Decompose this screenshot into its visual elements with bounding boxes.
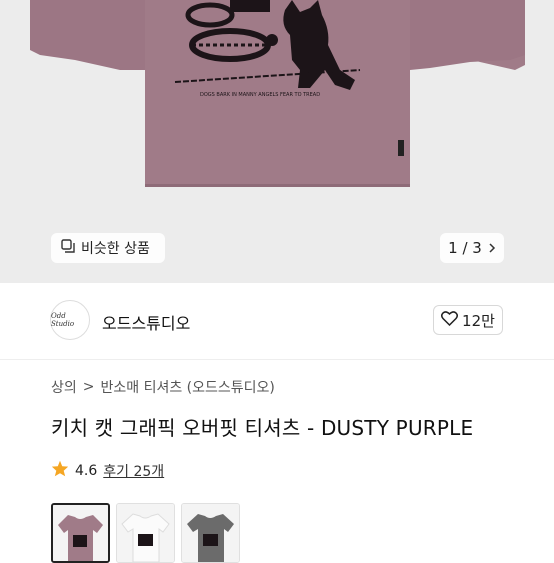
like-button[interactable]: 12만 — [433, 305, 503, 335]
reviews-link[interactable]: 후기 25개 — [103, 461, 164, 481]
breadcrumb: 상의 > 반소매 티셔츠 (오드스튜디오) — [51, 377, 275, 397]
product-title: 키치 캣 그래픽 오버핏 티셔츠 - DUSTY PURPLE — [51, 416, 474, 440]
like-count: 12만 — [462, 311, 495, 330]
store-logo[interactable]: Odd Studio — [50, 300, 90, 340]
star-icon — [51, 460, 69, 481]
similar-items-button[interactable]: 비슷한 상품 — [51, 233, 165, 263]
color-thumbnails — [51, 503, 240, 563]
chevron-right-icon — [488, 239, 496, 257]
store-name[interactable]: 오드스튜디오 — [102, 310, 190, 334]
breadcrumb-item-category[interactable]: 상의 — [51, 377, 77, 397]
store-logo-text: Odd Studio — [51, 312, 75, 328]
image-pager-text: 1 / 3 — [448, 239, 482, 257]
product-image[interactable]: DOGS BARK IN MANNY ANGELS FEAR TO TREAD … — [0, 0, 554, 283]
thumbnail-white[interactable] — [116, 503, 175, 563]
divider — [0, 359, 554, 360]
breadcrumb-item-subcategory[interactable]: 반소매 티셔츠 (오드스튜디오) — [101, 377, 275, 397]
thumbnail-charcoal[interactable] — [181, 503, 240, 563]
shirt-print-text: DOGS BARK IN MANNY ANGELS FEAR TO TREAD — [200, 92, 320, 98]
heart-icon — [441, 310, 459, 330]
image-pager-button[interactable]: 1 / 3 — [440, 233, 504, 263]
similar-items-icon — [61, 239, 75, 257]
rating-score: 4.6 — [75, 462, 98, 479]
similar-items-label: 비슷한 상품 — [81, 241, 150, 257]
rating-row: 4.6 후기 25개 — [51, 460, 164, 481]
breadcrumb-separator: > — [82, 379, 95, 395]
thumbnail-dusty-purple[interactable] — [51, 503, 110, 563]
